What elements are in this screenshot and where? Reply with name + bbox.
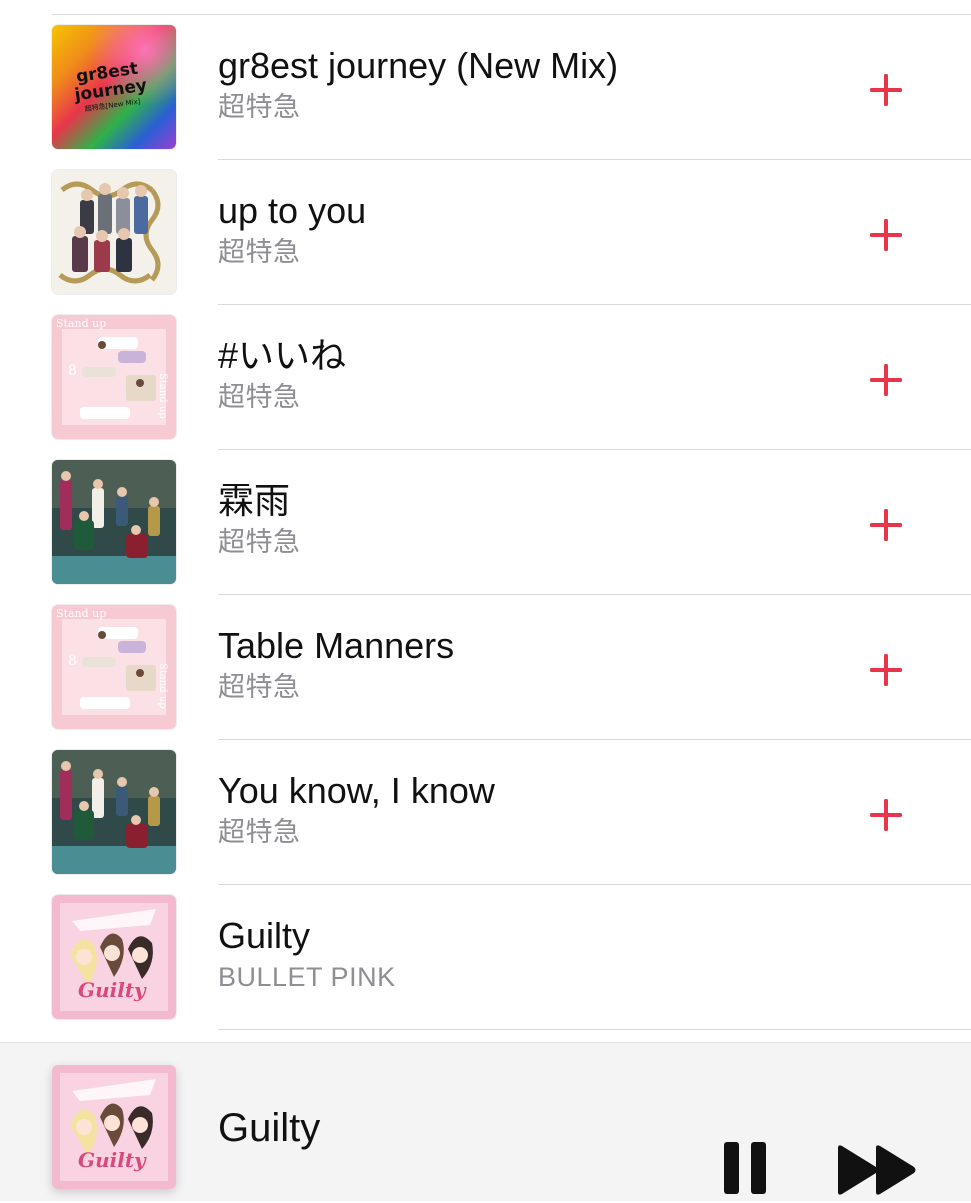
track-list: gr8est journey 超特急[New Mix] gr8est journ… (0, 15, 971, 1030)
album-artwork (52, 750, 176, 874)
svg-text:Stand up: Stand up (157, 663, 168, 709)
pause-button[interactable] (718, 1138, 774, 1198)
track-title: You know, I know (218, 770, 495, 811)
track-row[interactable]: up to you 超特急 (0, 160, 971, 305)
album-artwork: Stand up 8 Stand up (52, 315, 176, 439)
fast-forward-button[interactable] (834, 1142, 924, 1198)
track-row[interactable]: Stand up 8 Stand up Table Manners 超特急 (0, 595, 971, 740)
fast-forward-icon (838, 1145, 916, 1195)
add-to-library-button[interactable] (864, 793, 908, 837)
track-artist: 超特急 (218, 672, 301, 702)
album-artwork: gr8est journey 超特急[New Mix] (52, 25, 176, 149)
svg-text:8: 8 (68, 653, 77, 669)
track-artist: 超特急 (218, 817, 301, 847)
plus-icon (870, 219, 902, 251)
track-artist: BULLET PINK (218, 962, 396, 992)
track-title: #いいね (218, 335, 347, 376)
track-row[interactable]: You know, I know 超特急 (0, 740, 971, 885)
plus-icon (870, 654, 902, 686)
album-artwork: Stand up 8 Stand up (52, 605, 176, 729)
track-title: Table Manners (218, 625, 455, 666)
track-title: up to you (218, 190, 367, 231)
track-row[interactable]: Stand up 8 Stand up #いいね 超特急 (0, 305, 971, 450)
plus-icon (870, 74, 902, 106)
add-to-library-button[interactable] (864, 358, 908, 402)
track-title: Guilty (218, 915, 311, 956)
track-artist: 超特急 (218, 92, 301, 122)
track-row[interactable]: 霖雨 超特急 (0, 450, 971, 595)
pause-icon (724, 1142, 766, 1194)
mini-player[interactable]: Guilty Guilty (0, 1042, 971, 1201)
plus-icon (870, 509, 902, 541)
track-row[interactable]: gr8est journey 超特急[New Mix] gr8est journ… (0, 15, 971, 160)
now-playing-artwork[interactable]: Guilty (52, 1065, 176, 1189)
track-artist: 超特急 (218, 527, 301, 557)
svg-text:Guilty: Guilty (78, 1148, 147, 1172)
track-title: 霖雨 (218, 480, 291, 521)
svg-text:Stand up: Stand up (56, 317, 106, 330)
track-row[interactable]: Guilty Guilty BULLET PINK (0, 885, 971, 1030)
plus-icon (870, 364, 902, 396)
album-artwork (52, 460, 176, 584)
plus-icon (870, 799, 902, 831)
track-artist: 超特急 (218, 382, 301, 412)
add-to-library-button[interactable] (864, 68, 908, 112)
add-to-library-button[interactable] (864, 648, 908, 692)
album-artwork: Guilty (52, 895, 176, 1019)
track-title: gr8est journey (New Mix) (218, 45, 619, 86)
svg-text:Guilty: Guilty (78, 978, 147, 1002)
add-to-library-button[interactable] (864, 213, 908, 257)
svg-text:8: 8 (68, 363, 77, 379)
row-separator (218, 1029, 971, 1030)
now-playing-title[interactable]: Guilty (218, 1105, 320, 1151)
track-artist: 超特急 (218, 237, 301, 267)
album-artwork (52, 170, 176, 294)
add-to-library-button[interactable] (864, 503, 908, 547)
svg-text:Stand up: Stand up (157, 373, 168, 419)
svg-text:Stand up: Stand up (56, 607, 106, 620)
